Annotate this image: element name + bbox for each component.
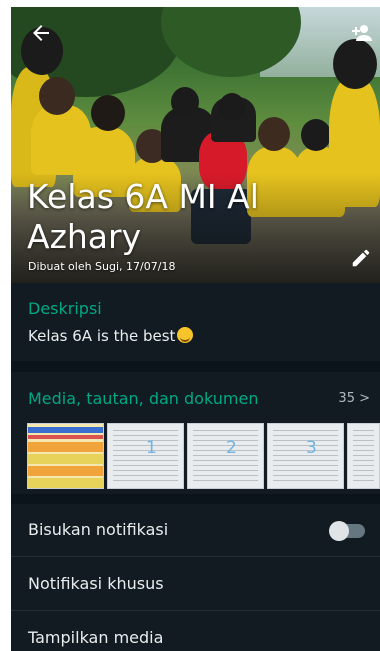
table-header-band xyxy=(28,435,103,439)
student-head xyxy=(39,77,75,115)
smiling-face-icon xyxy=(177,327,194,343)
settings-section: Bisukan notifikasi Notifikasi khusus Tam… xyxy=(11,504,380,651)
media-thumbnail[interactable]: 1 xyxy=(107,423,184,489)
table-row-band xyxy=(28,454,103,464)
group-info-screen: Kelas 6A MI Al Azhary Dibuat oleh Sugi, … xyxy=(11,7,380,651)
description-label: Deskripsi xyxy=(28,299,102,318)
student-head xyxy=(301,119,331,151)
table-row-band xyxy=(28,478,103,488)
back-arrow-icon[interactable] xyxy=(29,21,53,45)
media-thumbnail[interactable]: 2 xyxy=(187,423,264,489)
student-head xyxy=(171,87,199,117)
custom-notifications-row[interactable]: Notifikasi khusus xyxy=(11,558,380,611)
media-thumbnail[interactable]: 3 xyxy=(267,423,344,489)
media-label: Media, tautan, dan dokumen xyxy=(28,389,259,408)
student-head xyxy=(91,95,125,131)
student-head xyxy=(333,39,377,89)
group-name-title: Kelas 6A MI Al Azhary xyxy=(27,177,259,256)
created-by-text: Dibuat oleh Sugi, 17/07/18 xyxy=(28,260,176,273)
media-section[interactable]: Media, tautan, dan dokumen 35 > 1 2 3 xyxy=(11,372,380,494)
pencil-icon[interactable] xyxy=(350,247,372,269)
mute-notifications-label: Bisukan notifikasi xyxy=(28,520,169,539)
media-thumbnail[interactable] xyxy=(347,423,380,489)
thumbnail-number: 3 xyxy=(306,438,317,458)
custom-notifications-label: Notifikasi khusus xyxy=(28,574,164,593)
description-value: Kelas 6A is the best xyxy=(28,327,176,345)
group-photo-header[interactable]: Kelas 6A MI Al Azhary Dibuat oleh Sugi, … xyxy=(11,7,380,283)
thumbnail-number: 2 xyxy=(226,438,237,458)
mute-toggle[interactable] xyxy=(329,521,365,541)
student-head xyxy=(258,117,290,151)
description-section[interactable]: Deskripsi Kelas 6A is the best xyxy=(11,283,380,361)
description-text: Kelas 6A is the best xyxy=(28,327,194,345)
media-thumbnail[interactable] xyxy=(27,423,104,489)
add-person-icon[interactable] xyxy=(350,21,374,45)
show-media-row[interactable]: Tampilkan media xyxy=(11,612,380,651)
document-lines xyxy=(353,430,374,482)
table-header-band xyxy=(28,427,103,433)
table-row-band xyxy=(28,442,103,452)
mute-notifications-row[interactable]: Bisukan notifikasi xyxy=(11,504,380,557)
media-count[interactable]: 35 > xyxy=(338,391,370,406)
student-head xyxy=(219,93,245,121)
show-media-label: Tampilkan media xyxy=(28,628,164,647)
table-row-band xyxy=(28,466,103,476)
thumbnail-number: 1 xyxy=(146,438,157,458)
